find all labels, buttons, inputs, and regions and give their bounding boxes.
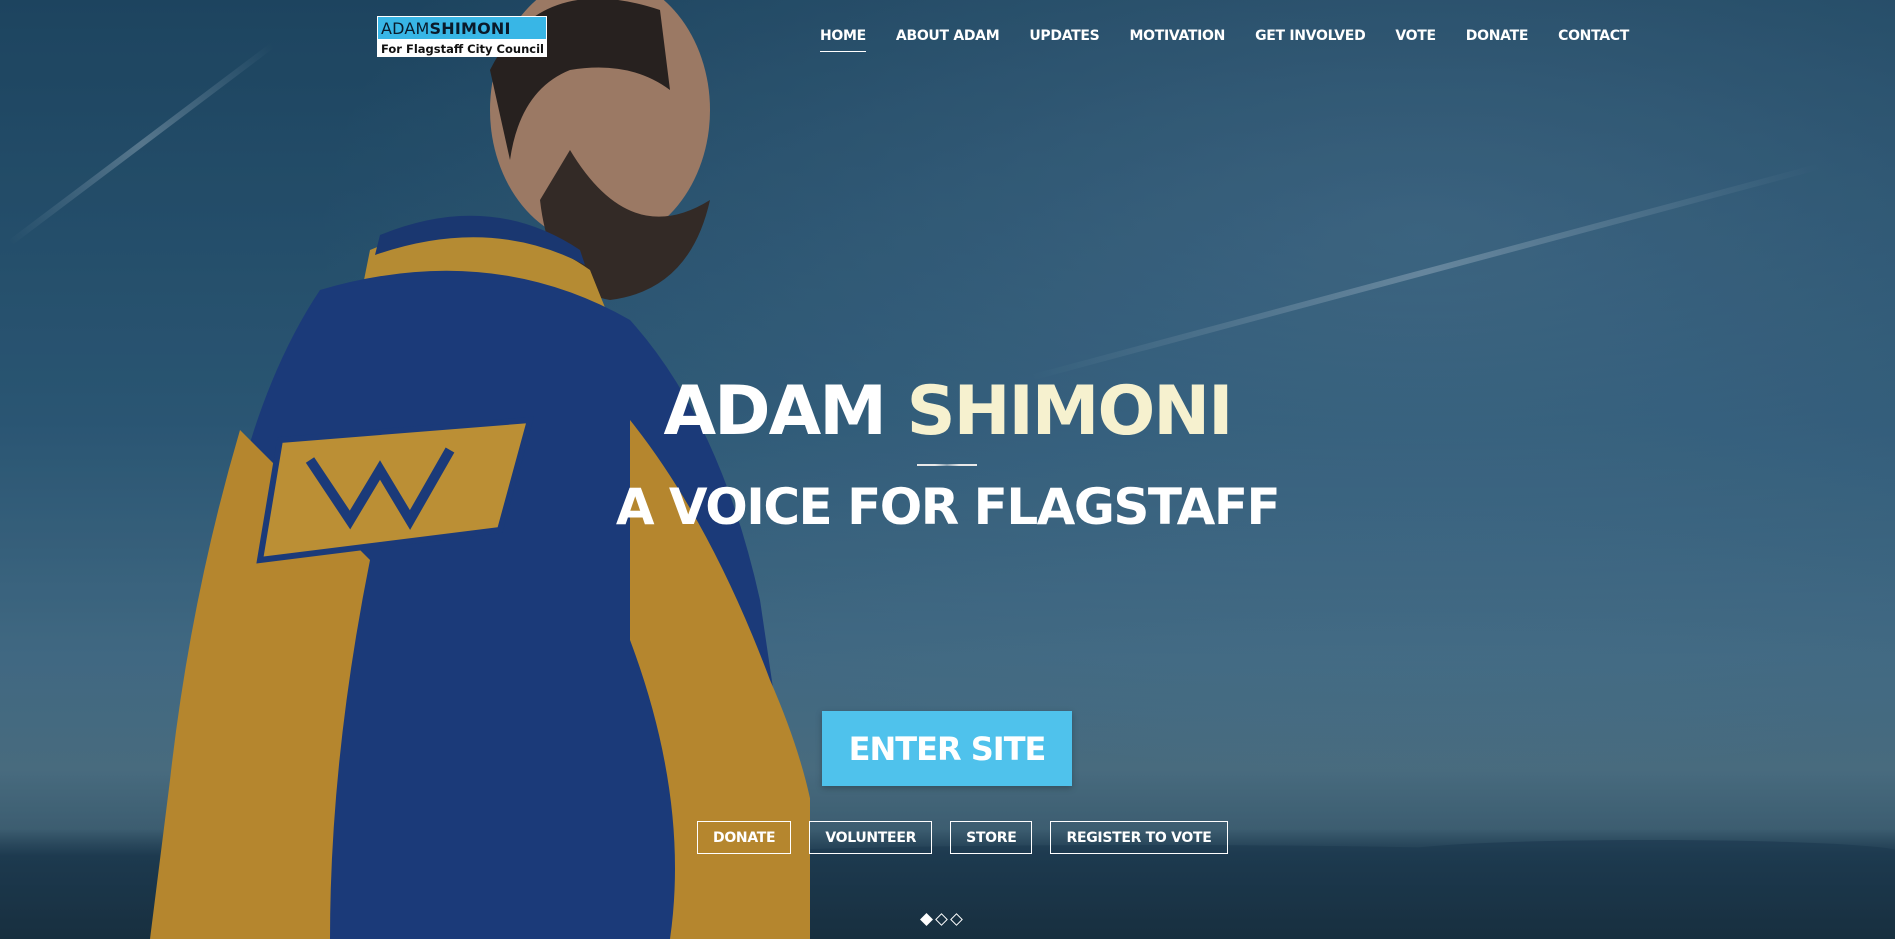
hero-title-last: SHIMONI — [906, 372, 1234, 451]
nav-donate[interactable]: DONATE — [1466, 28, 1529, 52]
slider-dot-3[interactable] — [950, 913, 963, 926]
hero-title-first: ADAM — [663, 372, 887, 451]
hero-title: ADAM SHIMONI — [0, 372, 1895, 451]
donate-button[interactable]: DONATE — [697, 821, 792, 854]
nav-home[interactable]: HOME — [820, 28, 866, 52]
logo-last-name: SHIMONI — [429, 18, 511, 38]
site-logo[interactable]: ADAM SHIMONI For Flagstaff City Council — [377, 16, 547, 57]
nav-contact[interactable]: CONTACT — [1558, 28, 1629, 52]
nav-about-adam[interactable]: ABOUT ADAM — [896, 28, 1000, 52]
nav-get-involved[interactable]: GET INVOLVED — [1255, 28, 1366, 52]
store-button[interactable]: STORE — [950, 821, 1033, 854]
slider-dot-2[interactable] — [935, 913, 948, 926]
title-divider — [917, 464, 977, 466]
slider-dot-1[interactable] — [920, 913, 933, 926]
logo-tagline: For Flagstaff City Council — [381, 41, 544, 56]
hero-subtitle: A VOICE FOR FLAGSTAFF — [615, 478, 1281, 536]
logo-name: ADAM SHIMONI — [378, 17, 546, 39]
register-to-vote-button[interactable]: REGISTER TO VOTE — [1050, 821, 1228, 854]
enter-site-button[interactable]: ENTER SITE — [822, 711, 1072, 786]
logo-first-name: ADAM — [381, 18, 430, 38]
nav-motivation[interactable]: MOTIVATION — [1129, 28, 1225, 52]
nav-vote[interactable]: VOTE — [1395, 28, 1436, 52]
main-nav: HOME ABOUT ADAM UPDATES MOTIVATION GET I… — [820, 28, 1659, 52]
nav-updates[interactable]: UPDATES — [1029, 28, 1099, 52]
hero-overlay — [0, 0, 1895, 939]
quick-links: DONATE VOLUNTEER STORE REGISTER TO VOTE — [697, 821, 1246, 854]
slider-pagination — [920, 913, 963, 926]
volunteer-button[interactable]: VOLUNTEER — [809, 821, 933, 854]
